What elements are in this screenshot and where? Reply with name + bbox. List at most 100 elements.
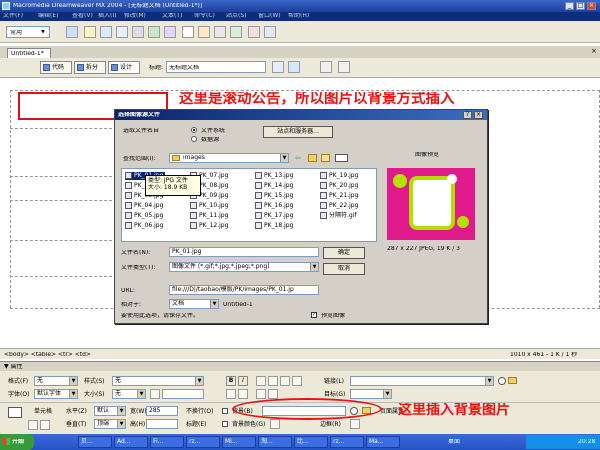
bold-button[interactable]: B — [226, 376, 236, 386]
back-icon[interactable]: ⇦ — [295, 154, 304, 162]
menu-site[interactable]: 站点(S) — [226, 13, 247, 19]
start-button[interactable]: 开始 — [0, 434, 34, 450]
properties-panel-header[interactable]: ▼ 属性 — [0, 361, 600, 371]
tag-selector[interactable]: <body> <table> <tr> <td> — [4, 352, 91, 358]
template-icon[interactable] — [248, 26, 260, 38]
list-item[interactable]: PK_04.jpg — [125, 202, 165, 210]
list-item[interactable]: PK_06.jpg — [125, 222, 165, 230]
page-title-input[interactable]: 无标题文档 — [166, 61, 266, 73]
header-checkbox[interactable] — [222, 421, 228, 427]
list-item[interactable]: PK_14.jpg — [255, 182, 299, 190]
comment-icon[interactable] — [198, 26, 210, 38]
anchor-icon[interactable] — [100, 26, 112, 38]
menu-view[interactable]: 查看(V) — [72, 13, 93, 19]
minimize-button[interactable]: _ — [565, 2, 574, 10]
split-view-button[interactable]: 拆分 — [74, 61, 106, 74]
list-item[interactable]: 分隔符.gif — [320, 212, 370, 220]
list-item[interactable]: PK_11.jpg — [190, 212, 234, 220]
indent-icon[interactable] — [268, 389, 278, 399]
menu-file[interactable]: 文件(F) — [3, 13, 23, 19]
height-input[interactable] — [146, 419, 178, 429]
hyperlink-icon[interactable] — [66, 26, 78, 38]
view-menu-icon[interactable] — [335, 154, 348, 162]
view-options-icon[interactable] — [338, 61, 350, 73]
horz-select[interactable]: 默认 ▼ — [94, 406, 126, 416]
taskbar-item[interactable]: Fi... — [150, 436, 184, 448]
align-justify-icon[interactable] — [292, 376, 302, 386]
target-select[interactable]: ▼ — [350, 389, 392, 399]
list-item[interactable]: PK_10.jpg — [190, 202, 234, 210]
width-input[interactable]: 285 — [146, 406, 178, 416]
align-center-icon[interactable] — [268, 376, 278, 386]
menu-commands[interactable]: 命令(C) — [194, 13, 215, 19]
taskbar-item[interactable]: Ma... — [366, 436, 400, 448]
media-icon[interactable] — [164, 26, 176, 38]
ordered-list-icon[interactable] — [238, 389, 248, 399]
style-select[interactable]: 无 ▼ — [112, 376, 204, 386]
list-item[interactable]: PK_22.jpg — [320, 202, 370, 210]
menu-help[interactable]: 帮助(H) — [288, 13, 309, 19]
text-color-icon[interactable] — [150, 389, 160, 399]
layer-icon[interactable] — [132, 26, 144, 38]
datasource-radio[interactable] — [191, 136, 197, 142]
maximize-button[interactable]: □ — [576, 2, 585, 10]
close-icon[interactable]: × — [474, 111, 483, 119]
desktop-label[interactable]: 桌面 — [448, 439, 460, 445]
nowrap-checkbox[interactable] — [222, 408, 228, 414]
taskbar-item[interactable]: Ad... — [114, 436, 148, 448]
menu-modify[interactable]: 修改(M) — [124, 13, 146, 19]
format-select[interactable]: 无 ▼ — [34, 376, 78, 386]
list-item[interactable]: PK_18.jpg — [255, 222, 299, 230]
merge-cells-icon[interactable] — [28, 420, 38, 430]
refresh-icon[interactable] — [320, 61, 332, 73]
align-left-icon[interactable] — [256, 376, 266, 386]
font-select[interactable]: 默认字体 ▼ — [34, 389, 78, 399]
cancel-button[interactable]: 取消 — [323, 263, 365, 275]
ok-button[interactable]: 确定 — [323, 247, 365, 259]
size-select[interactable]: 无 ▼ — [112, 389, 146, 399]
up-folder-icon[interactable] — [308, 154, 317, 162]
preview-browser-icon[interactable] — [288, 61, 300, 73]
url-input[interactable]: file:///D|/taobao/模版/PK/images/PK_01.jp — [169, 285, 319, 295]
unordered-list-icon[interactable] — [226, 389, 236, 399]
menu-window[interactable]: 窗口(W) — [258, 13, 281, 19]
lookin-select[interactable]: images ▼ — [169, 153, 289, 163]
taskbar-item[interactable]: 比... — [294, 436, 328, 448]
menu-edit[interactable]: 编辑(E) — [38, 13, 58, 19]
script-icon[interactable] — [230, 26, 242, 38]
align-right-icon[interactable] — [280, 376, 290, 386]
close-icon[interactable]: × — [591, 48, 597, 55]
help-icon[interactable]: ? — [463, 111, 472, 119]
outdent-icon[interactable] — [256, 389, 266, 399]
taskbar-item[interactable]: rz... — [330, 436, 364, 448]
taskbar-item[interactable]: 贝... — [78, 436, 112, 448]
list-item[interactable]: PK_19.jpg — [320, 172, 370, 180]
list-item[interactable]: PK_16.jpg — [255, 202, 299, 210]
code-view-button[interactable]: 代码 — [40, 61, 72, 74]
point-to-file-icon[interactable] — [498, 377, 506, 385]
image-icon[interactable] — [148, 26, 160, 38]
date-icon[interactable] — [182, 26, 194, 38]
email-link-icon[interactable] — [84, 26, 96, 38]
text-color-input[interactable] — [162, 389, 204, 399]
taskbar-item[interactable]: rz... — [186, 436, 220, 448]
preview-checkbox[interactable]: ✓ — [311, 312, 317, 318]
list-item[interactable]: PK_13.jpg — [255, 172, 299, 180]
taskbar-item[interactable]: Mi... — [222, 436, 256, 448]
close-button[interactable]: × — [587, 2, 596, 10]
split-cell-icon[interactable] — [40, 420, 50, 430]
list-item[interactable]: PK_21.jpg — [320, 192, 370, 200]
filesystem-radio[interactable] — [191, 127, 197, 133]
filename-input[interactable]: PK_01.jpg — [169, 247, 319, 257]
menu-text[interactable]: 文本(T) — [162, 13, 182, 19]
list-item[interactable]: PK_17.jpg — [255, 212, 299, 220]
new-folder-icon[interactable] — [321, 154, 330, 162]
vert-select[interactable]: 顶端 ▼ — [94, 419, 126, 429]
table-icon[interactable] — [116, 26, 128, 38]
browse-folder-icon[interactable] — [508, 377, 517, 384]
head-icon[interactable] — [214, 26, 226, 38]
italic-button[interactable]: I — [238, 376, 248, 386]
tag-chooser-icon[interactable] — [264, 26, 276, 38]
file-management-icon[interactable] — [272, 61, 284, 73]
border-color-swatch-icon[interactable] — [350, 419, 360, 429]
